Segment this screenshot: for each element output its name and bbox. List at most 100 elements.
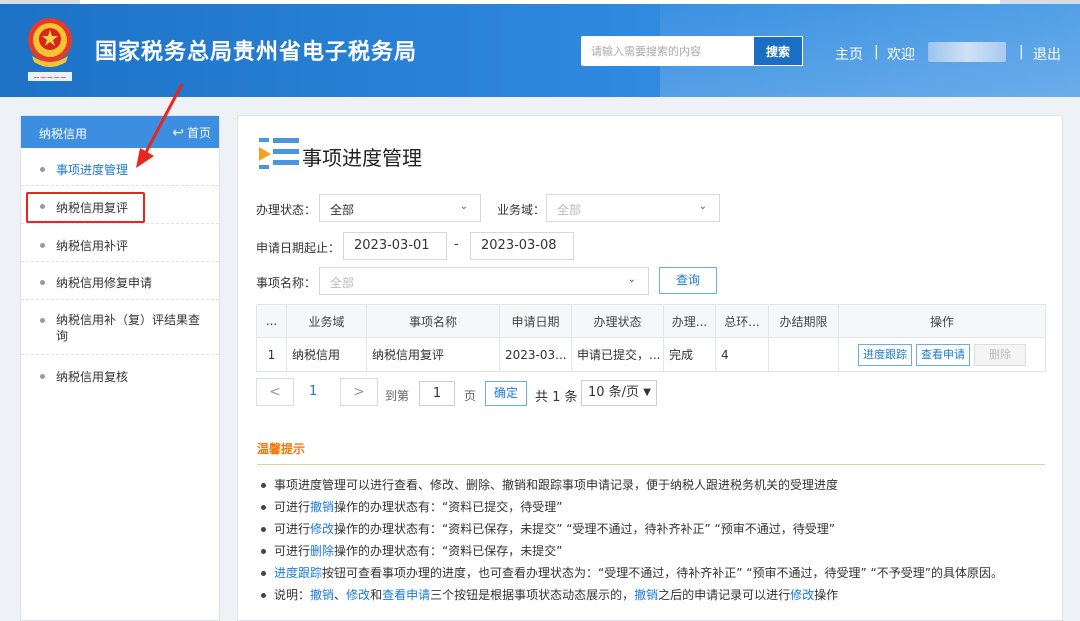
page-title: 事项进度管理 <box>302 146 422 170</box>
bullet-icon <box>40 318 45 323</box>
table-actions-cell: 进度跟踪 查看申请 删除 <box>839 338 1045 371</box>
date-end-input[interactable]: 2023-03-08 <box>470 232 574 260</box>
tip-item: 可进行修改操作的办理状态有：“资料已保存，未提交” “受理不通过，待补齐补正” … <box>258 518 1048 540</box>
table-header-row: ... 业务域 事项名称 申请日期 办理状态 办理... 总环... 办结期限 … <box>257 305 1045 338</box>
table-header-cell[interactable]: 办理状态 <box>572 305 664 337</box>
tip-text: 操作的办理状态有：“资料已保存，未提交” “受理不通过，待补齐补正” “预审不通… <box>334 522 835 536</box>
track-progress-button[interactable]: 进度跟踪 <box>858 343 912 366</box>
table-header-cell[interactable]: ... <box>257 305 287 337</box>
sidebar-item-label: 事项进度管理 <box>56 163 129 177</box>
sidebar-item-result-query[interactable]: 纳税信用补（复）评结果查询 <box>21 300 219 355</box>
tip-link[interactable]: 修改 <box>310 522 334 536</box>
view-application-button[interactable]: 查看申请 <box>916 343 970 366</box>
table-cell: 申请已提交，... <box>572 338 664 371</box>
table-cell: 纳税信用复评 <box>367 338 500 371</box>
domain-select-value: 全部 <box>557 203 582 217</box>
sidebar-item-label: 纳税信用复核 <box>56 370 129 384</box>
tip-text: 之后的申请记录可以进行 <box>658 588 791 602</box>
table-cell: 2023-03... <box>500 338 572 371</box>
date-separator: - <box>454 237 459 252</box>
table-header-cell[interactable]: 总环... <box>716 305 769 337</box>
prev-page-button[interactable]: < <box>256 378 294 406</box>
table-header-cell: 操作 <box>929 314 954 329</box>
goto-page-input[interactable]: 1 <box>419 381 455 406</box>
sidebar-item-label: 纳税信用修复申请 <box>56 276 153 290</box>
next-page-button[interactable]: > <box>340 378 378 406</box>
sidebar-item-credit-repair[interactable]: 纳税信用修复申请 <box>21 262 219 300</box>
table-header-cell[interactable]: 事项名称 <box>367 305 500 337</box>
chevron-down-icon: ⌄ <box>698 201 707 212</box>
sidebar-item-credit-supplement[interactable]: 纳税信用补评 <box>21 224 219 262</box>
sidebar-title: 纳税信用 <box>39 127 88 141</box>
username-redacted <box>928 42 1006 62</box>
table-header-cell[interactable]: 办结期限 <box>769 305 839 337</box>
item-name-select-value: 全部 <box>330 276 355 290</box>
tip-text: 可进行 <box>274 500 311 514</box>
tip-link[interactable]: 撤销 <box>634 588 658 602</box>
tip-link[interactable]: 查看申请 <box>382 588 430 602</box>
caret-down-icon: ▼ <box>643 387 651 398</box>
goto-confirm-button[interactable]: 确定 <box>485 381 527 406</box>
bullet-icon <box>40 243 45 248</box>
table-cell: 完成 <box>664 338 716 371</box>
tip-item: 事项进度管理可以进行查看、修改、删除、撤销和跟踪事项申请记录，便于纳税人跟进税务… <box>258 474 1048 496</box>
table-cell: 1 <box>257 338 287 371</box>
tip-item: 可进行删除操作的办理状态有：“资料已保存，未提交” <box>258 540 1048 562</box>
status-select-value: 全部 <box>330 203 355 217</box>
tip-link[interactable]: 修改 <box>790 588 814 602</box>
welcome-text: 欢迎 <box>887 47 915 63</box>
nav-separator: | <box>1019 44 1024 60</box>
chevron-down-icon: ⌄ <box>459 201 468 212</box>
current-page[interactable]: 1 <box>309 384 317 399</box>
tip-text: 操作的办理状态有：“资料已提交，待受理” <box>334 500 563 514</box>
table-header-cell[interactable]: 业务域 <box>287 305 367 337</box>
tips-title: 温馨提示 <box>257 442 306 456</box>
tip-link[interactable]: 撤销 <box>310 588 334 602</box>
sidebar: 纳税信用 ↩ 首页 事项进度管理 纳税信用复评 纳税信用补评 纳税信用修复申请 纳… <box>20 115 220 621</box>
table-cell: 4 <box>716 338 769 371</box>
tip-text: 可进行 <box>274 522 311 536</box>
tip-text: 操作 <box>814 588 839 602</box>
tips-divider <box>257 464 1045 465</box>
svg-text:~~~~~: ~~~~~ <box>33 73 67 82</box>
status-label: 办理状态： <box>256 203 317 217</box>
bullet-icon <box>40 167 45 172</box>
site-title: 国家税务总局贵州省电子税务局 <box>95 40 418 65</box>
tip-text: 可进行 <box>274 544 311 558</box>
sidebar-home-label: 首页 <box>186 126 211 140</box>
highlight-box <box>26 192 145 223</box>
table-row: 1 纳税信用 纳税信用复评 2023-03... 申请已提交，... 完成 4 … <box>257 338 1045 371</box>
tax-emblem-icon: ~~~~~ <box>28 18 72 82</box>
item-name-select[interactable]: 全部 ⌄ <box>319 267 649 295</box>
search-input[interactable] <box>581 36 753 66</box>
tip-link[interactable]: 删除 <box>310 544 334 558</box>
tip-link[interactable]: 撤销 <box>310 500 334 514</box>
status-select[interactable]: 全部 ⌄ <box>319 194 481 222</box>
sidebar-item-label: 纳税信用补评 <box>56 239 129 253</box>
bullet-icon <box>40 280 45 285</box>
home-link[interactable]: 主页 <box>835 44 863 64</box>
tip-text: 事项进度管理可以进行查看、修改、删除、撤销和跟踪事项申请记录，便于纳税人跟进税务… <box>274 478 839 492</box>
search-button[interactable]: 搜索 <box>753 36 803 66</box>
main-panel: 事项进度管理 办理状态： 全部 ⌄ 业务域： 全部 ⌄ 申请日期起止： 2023-0… <box>237 115 1063 621</box>
sidebar-item-credit-recheck[interactable]: 纳税信用复核 <box>21 355 219 395</box>
nav-separator: | <box>874 44 879 60</box>
tip-link[interactable]: 修改 <box>346 588 370 602</box>
domain-select[interactable]: 全部 ⌄ <box>546 194 720 222</box>
chevron-down-icon: ⌄ <box>627 274 636 285</box>
tip-item: 进度跟踪按钮可查看事项办理的进度，也可查看办理状态为：“受理不通过，待补齐补正”… <box>258 562 1048 584</box>
total-count: 共 1 条 <box>535 390 578 405</box>
table-header-cell[interactable]: 办理... <box>664 305 716 337</box>
tip-link[interactable]: 进度跟踪 <box>274 566 322 580</box>
delete-button[interactable]: 删除 <box>974 343 1026 366</box>
date-range-label: 申请日期起止： <box>256 241 341 255</box>
item-name-label: 事项名称： <box>256 276 317 290</box>
logout-link[interactable]: 退出 <box>1033 44 1061 64</box>
date-start-input[interactable]: 2023-03-01 <box>343 232 447 260</box>
goto-label: 到第 <box>385 389 410 403</box>
sidebar-item-label: 纳税信用补（复）评结果查询 <box>56 313 201 343</box>
query-button[interactable]: 查询 <box>659 267 717 294</box>
records-table: ... 业务域 事项名称 申请日期 办理状态 办理... 总环... 办结期限 … <box>256 304 1046 372</box>
page-size-select[interactable]: 10 条/页 ▼ <box>581 380 657 406</box>
table-header-cell[interactable]: 申请日期 <box>500 305 572 337</box>
